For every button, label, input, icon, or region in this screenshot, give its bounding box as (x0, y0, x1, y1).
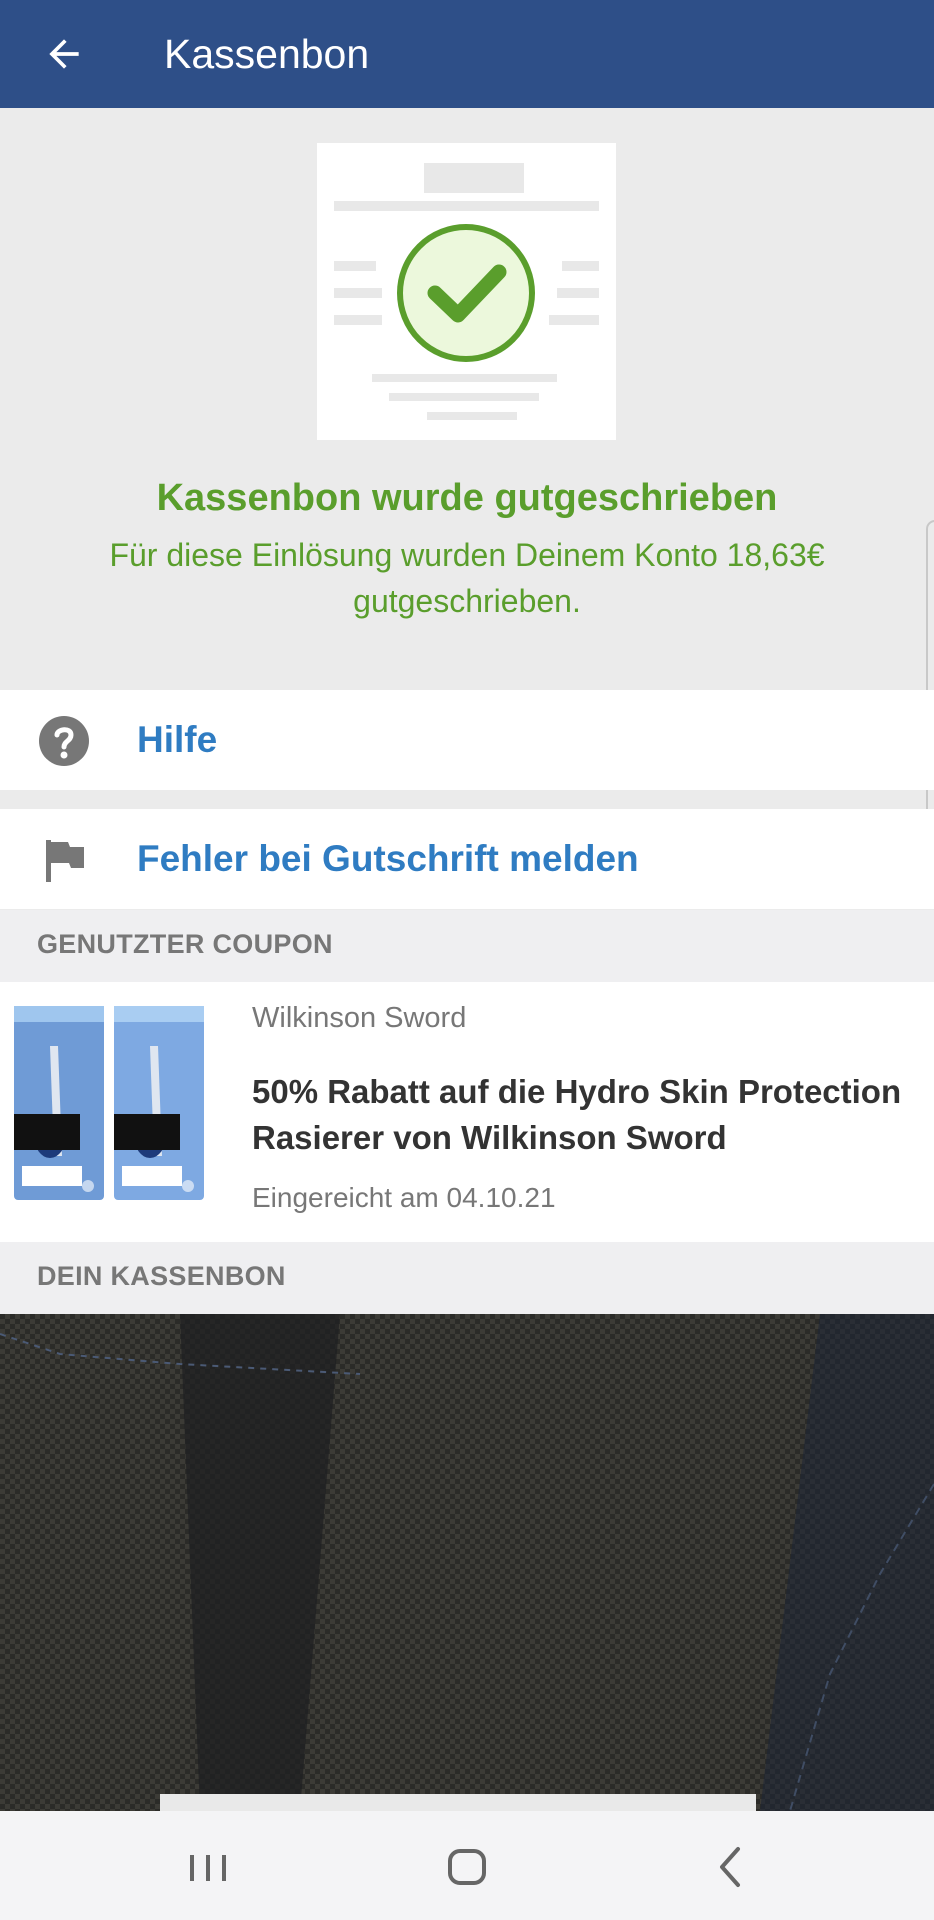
receipt-check-illustration (317, 143, 616, 440)
product-image (14, 1006, 204, 1200)
home-icon[interactable] (437, 1839, 497, 1895)
coupon-title: 50% Rabatt auf die Hydro Skin Protection… (252, 1073, 902, 1156)
coupon-brand: Wilkinson Sword (252, 1002, 467, 1034)
section-header-used-coupon: GENUTZTER COUPON (0, 910, 934, 982)
back-button[interactable] (34, 24, 94, 84)
section-header-your-receipt: DEIN KASSENBON (0, 1242, 934, 1314)
receipt-photo[interactable] (0, 1314, 934, 1811)
coupon-submitted-date: Eingereicht am 04.10.21 (252, 1182, 556, 1213)
system-navigation-bar (0, 1811, 934, 1920)
app-bar: Kassenbon (0, 0, 934, 108)
nav-back-icon[interactable] (700, 1839, 760, 1895)
back-arrow-icon (49, 39, 79, 69)
section-title: DEIN KASSENBON (37, 1261, 286, 1291)
help-icon (39, 716, 89, 766)
page-title: Kassenbon (164, 31, 370, 77)
recents-icon[interactable] (178, 1839, 238, 1895)
help-label: Hilfe (137, 719, 218, 760)
report-error-row[interactable]: Fehler bei Gutschrift melden (0, 809, 934, 909)
coupon-list-item[interactable]: Wilkinson Sword 50% Rabatt auf die Hydro… (0, 982, 934, 1242)
status-message: Für diese Einlösung wurden Deinem Konto … (109, 537, 825, 619)
status-title: Kassenbon wurde gutgeschrieben (156, 477, 778, 519)
report-error-label: Fehler bei Gutschrift melden (137, 838, 639, 879)
help-row[interactable]: Hilfe (0, 690, 934, 790)
section-title: GENUTZTER COUPON (37, 929, 333, 959)
flag-icon (46, 840, 84, 882)
